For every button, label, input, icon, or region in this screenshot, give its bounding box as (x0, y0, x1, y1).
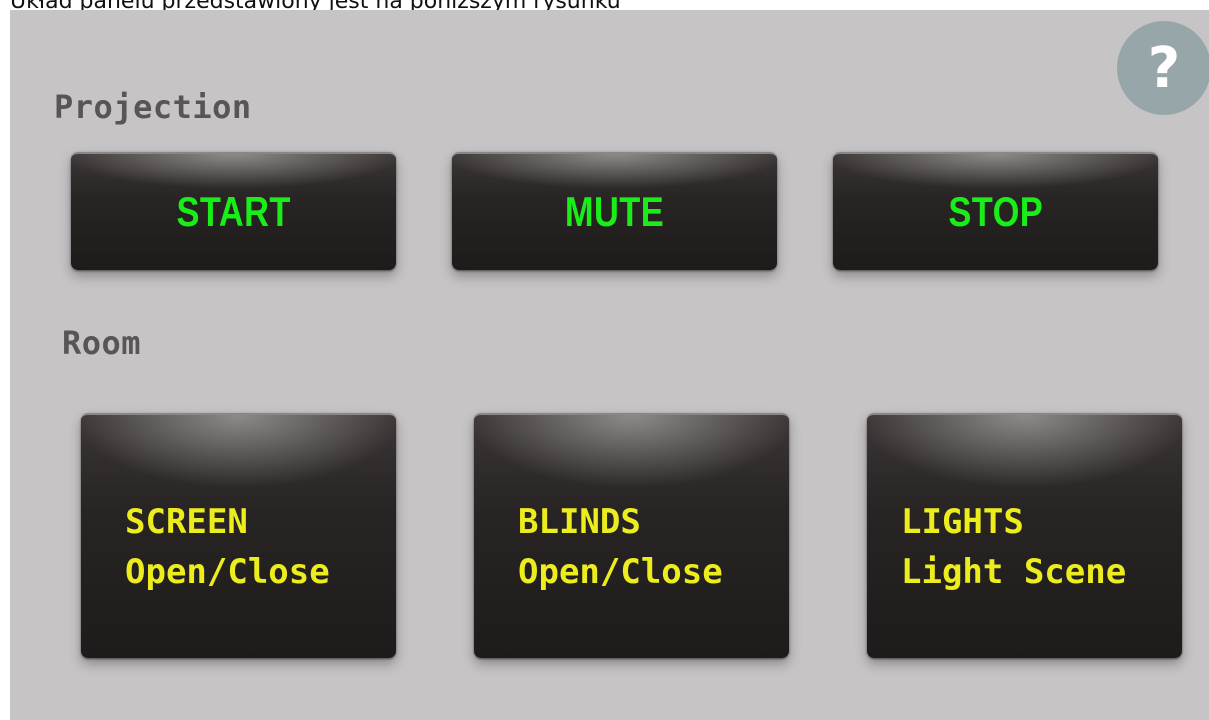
stop-button[interactable]: STOP (833, 152, 1158, 270)
question-mark-icon: ? (1147, 36, 1181, 101)
lights-button[interactable]: LIGHTS Light Scene (867, 413, 1182, 658)
lights-button-title: LIGHTS (901, 502, 1024, 542)
blinds-button-title: BLINDS (518, 502, 641, 542)
start-button-label: START (176, 188, 291, 235)
start-button[interactable]: START (71, 152, 396, 270)
screen-button-action: Open/Close (125, 552, 330, 592)
section-title-room: Room (62, 324, 142, 362)
mute-button-label: MUTE (564, 188, 665, 235)
control-panel: ? Projection START MUTE STOP Room SCREEN… (10, 10, 1209, 720)
blinds-button[interactable]: BLINDS Open/Close (474, 413, 789, 658)
lights-button-action: Light Scene (901, 552, 1127, 592)
screen-button-title: SCREEN (125, 502, 248, 542)
screen-button[interactable]: SCREEN Open/Close (81, 413, 396, 658)
section-title-projection: Projection (54, 88, 252, 126)
stop-button-label: STOP (948, 188, 1043, 235)
mute-button[interactable]: MUTE (452, 152, 777, 270)
help-button[interactable]: ? (1117, 21, 1209, 115)
blinds-button-action: Open/Close (518, 552, 723, 592)
